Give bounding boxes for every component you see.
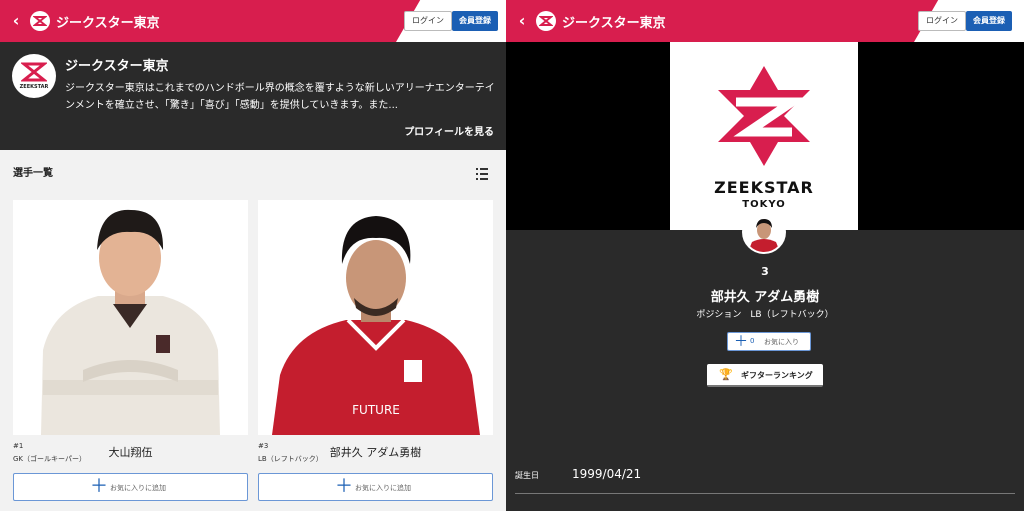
login-button[interactable]: ログイン: [918, 11, 966, 31]
zeekstar-logo: ZEEKSTAR TOKYO: [670, 42, 858, 230]
list-view-icon[interactable]: [476, 168, 488, 180]
player-detail-panel: ‹ ジークスター東京 ログイン 会員登録 ZEEKSTAR TOKYO 3 部井…: [506, 0, 1024, 511]
section-title: 選手一覧: [13, 168, 53, 179]
view-profile-link[interactable]: プロフィールを見る: [404, 123, 494, 138]
team-profile-section: ZEEKSTAR ジークスター東京 ジークスター東京はこれまでのハンドボール界の…: [0, 42, 506, 150]
favorite-count: 0: [750, 337, 755, 345]
player-number: 3: [761, 265, 769, 278]
player-photo: [13, 200, 248, 435]
team-name: ジークスター東京: [65, 59, 169, 74]
player-photo: FUTURE: [258, 200, 493, 435]
team-page-panel: ‹ ジークスター東京 ログイン 会員登録 ZEEKSTAR ジークスター東京 ジ…: [0, 0, 506, 511]
player-name: 大山翔伍: [108, 446, 153, 459]
header-title: ジークスター東京: [562, 16, 666, 31]
player-card[interactable]: #1 GK（ゴールキーパー） 大山翔伍 ＋ お気に入りに追加: [13, 200, 248, 501]
login-button[interactable]: ログイン: [404, 11, 452, 31]
svg-text:FUTURE: FUTURE: [352, 403, 400, 417]
player-name: 部井久 アダム勇樹: [329, 446, 422, 459]
birthday-value: 1999/04/21: [572, 467, 642, 481]
register-button[interactable]: 会員登録: [966, 11, 1012, 31]
player-list-section: 選手一覧 #1 GK（ゴールキーパー） 大山翔伍 ＋ お気に入りに追加 FUTU…: [0, 150, 506, 511]
add-favorite-button[interactable]: ＋ お気に入りに追加: [258, 473, 493, 501]
player-card[interactable]: FUTURE #3 LB（レフトバック） 部井久 アダム勇樹 ＋ お気に入りに追…: [258, 200, 493, 501]
player-name: 部井久 アダム勇樹: [710, 290, 820, 305]
team-description: ジークスター東京はこれまでのハンドボール界の概念を覆すような新しいアリーナエンタ…: [65, 83, 495, 111]
divider: [515, 493, 1015, 494]
team-logo-icon: [30, 11, 50, 31]
plus-icon: ＋: [335, 476, 353, 497]
header-title: ジークスター東京: [56, 16, 160, 31]
favorite-button[interactable]: ＋ 0 お気に入り: [727, 332, 811, 351]
team-logo-icon: [536, 11, 556, 31]
gifter-ranking-button[interactable]: 🏆 ギフターランキング: [707, 364, 823, 387]
player-avatar: [742, 210, 786, 254]
trophy-icon: 🏆: [719, 368, 733, 381]
plus-icon: ＋: [90, 476, 108, 497]
player-position: ポジション LB（レフトバック）: [696, 310, 834, 320]
app-header: ‹ ジークスター東京 ログイン 会員登録: [0, 0, 506, 42]
register-button[interactable]: 会員登録: [452, 11, 498, 31]
back-chevron-icon[interactable]: ‹: [8, 12, 24, 30]
team-logo: ZEEKSTAR: [12, 54, 56, 98]
add-favorite-button[interactable]: ＋ お気に入りに追加: [13, 473, 248, 501]
back-chevron-icon[interactable]: ‹: [514, 12, 530, 30]
app-header: ‹ ジークスター東京 ログイン 会員登録: [506, 0, 1024, 42]
hero-banner: ZEEKSTAR TOKYO: [506, 42, 1024, 230]
birthday-label: 誕生日: [515, 471, 539, 480]
plus-icon: ＋: [734, 334, 748, 350]
